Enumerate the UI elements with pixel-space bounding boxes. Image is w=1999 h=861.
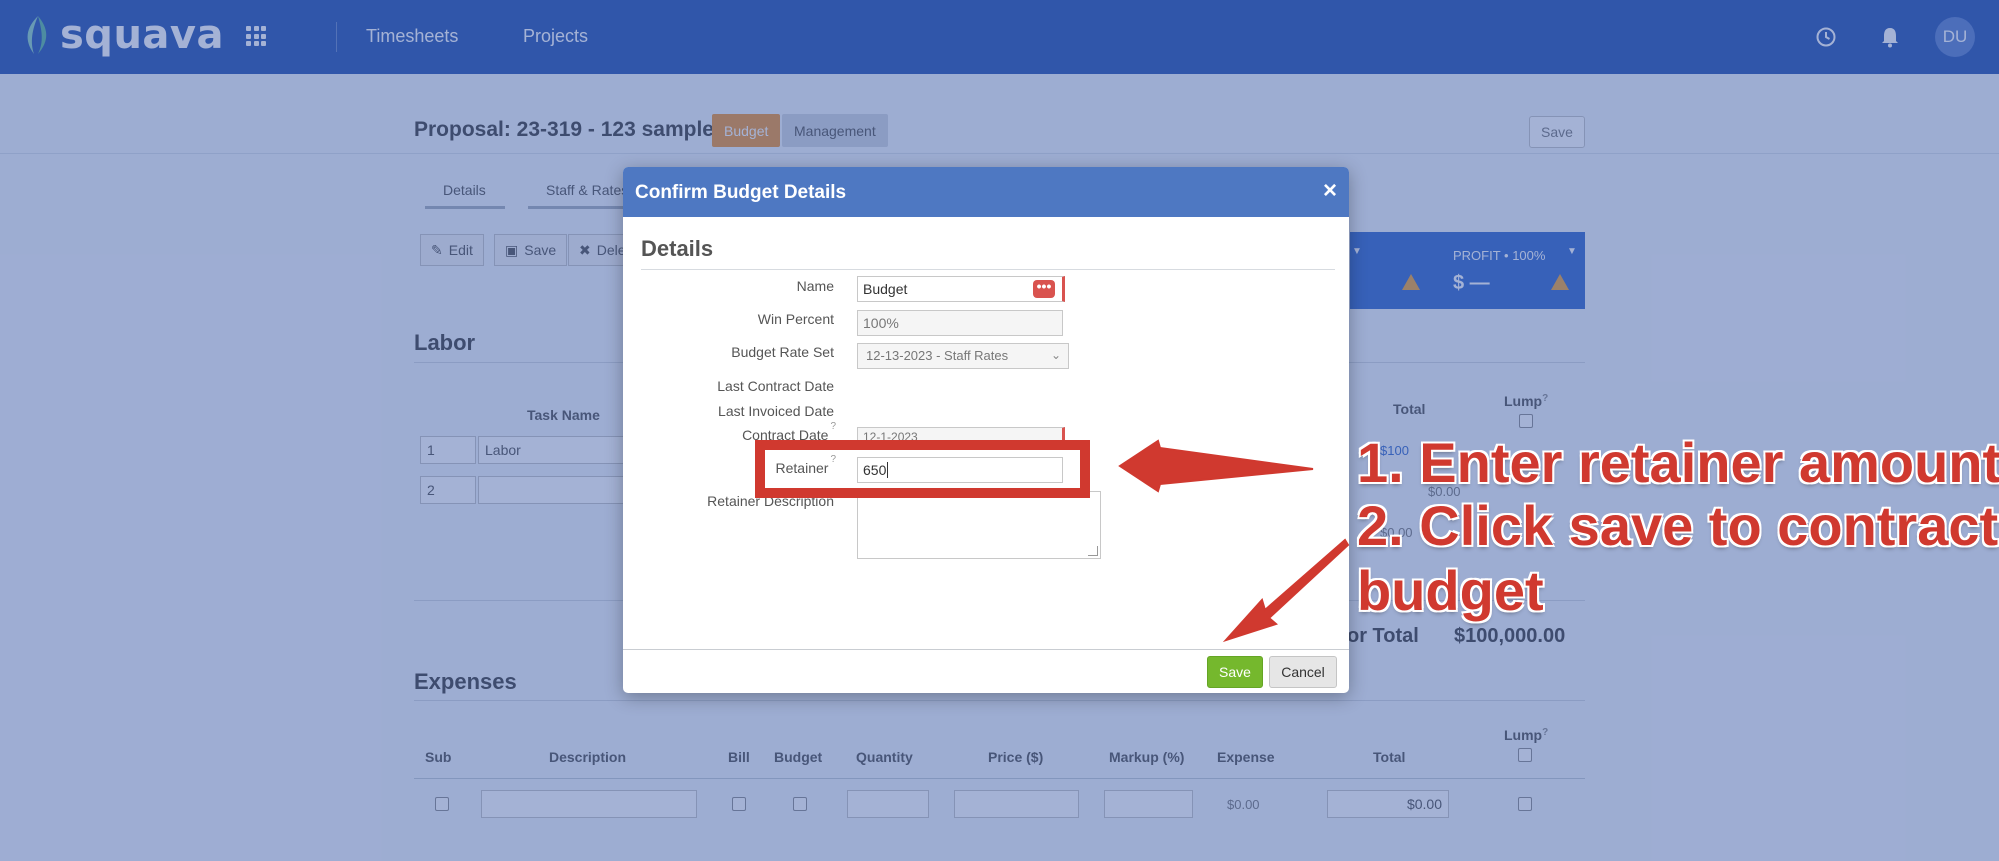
save-button[interactable]: Save (1207, 656, 1263, 688)
last-invoiced-date-label: Last Invoiced Date (718, 403, 834, 419)
details-divider (641, 269, 1335, 270)
rate-set-label: Budget Rate Set (731, 344, 834, 360)
modal-footer-divider (623, 649, 1349, 650)
resize-handle[interactable] (1088, 546, 1098, 556)
annotation-step-2: 2. Click save to contract (1357, 494, 1999, 557)
win-percent-input[interactable]: 100% (857, 310, 1063, 336)
win-percent-label: Win Percent (757, 311, 834, 327)
name-label: Name (796, 278, 834, 294)
rate-set-select[interactable]: 12-13-2023 - Staff Rates (857, 343, 1069, 369)
chevron-down-icon: ⌄ (1051, 348, 1062, 362)
last-contract-date-label: Last Contract Date (717, 378, 834, 394)
modal-title: Confirm Budget Details (635, 182, 847, 203)
close-icon[interactable]: × (1323, 177, 1337, 205)
annotation-step-2-cont: budget (1357, 559, 1544, 622)
annotation-step-1: 1. Enter retainer amount (1357, 431, 1999, 494)
more-options-button[interactable]: ••• (1033, 279, 1055, 298)
confirm-budget-modal: Confirm Budget Details × Details Name Bu… (623, 167, 1349, 693)
details-heading: Details (641, 236, 714, 261)
modal-header: Confirm Budget Details × (623, 167, 1349, 217)
retainer-description-textarea[interactable] (857, 491, 1101, 559)
retainer-callout-box (755, 440, 1090, 498)
cancel-button[interactable]: Cancel (1269, 656, 1337, 688)
